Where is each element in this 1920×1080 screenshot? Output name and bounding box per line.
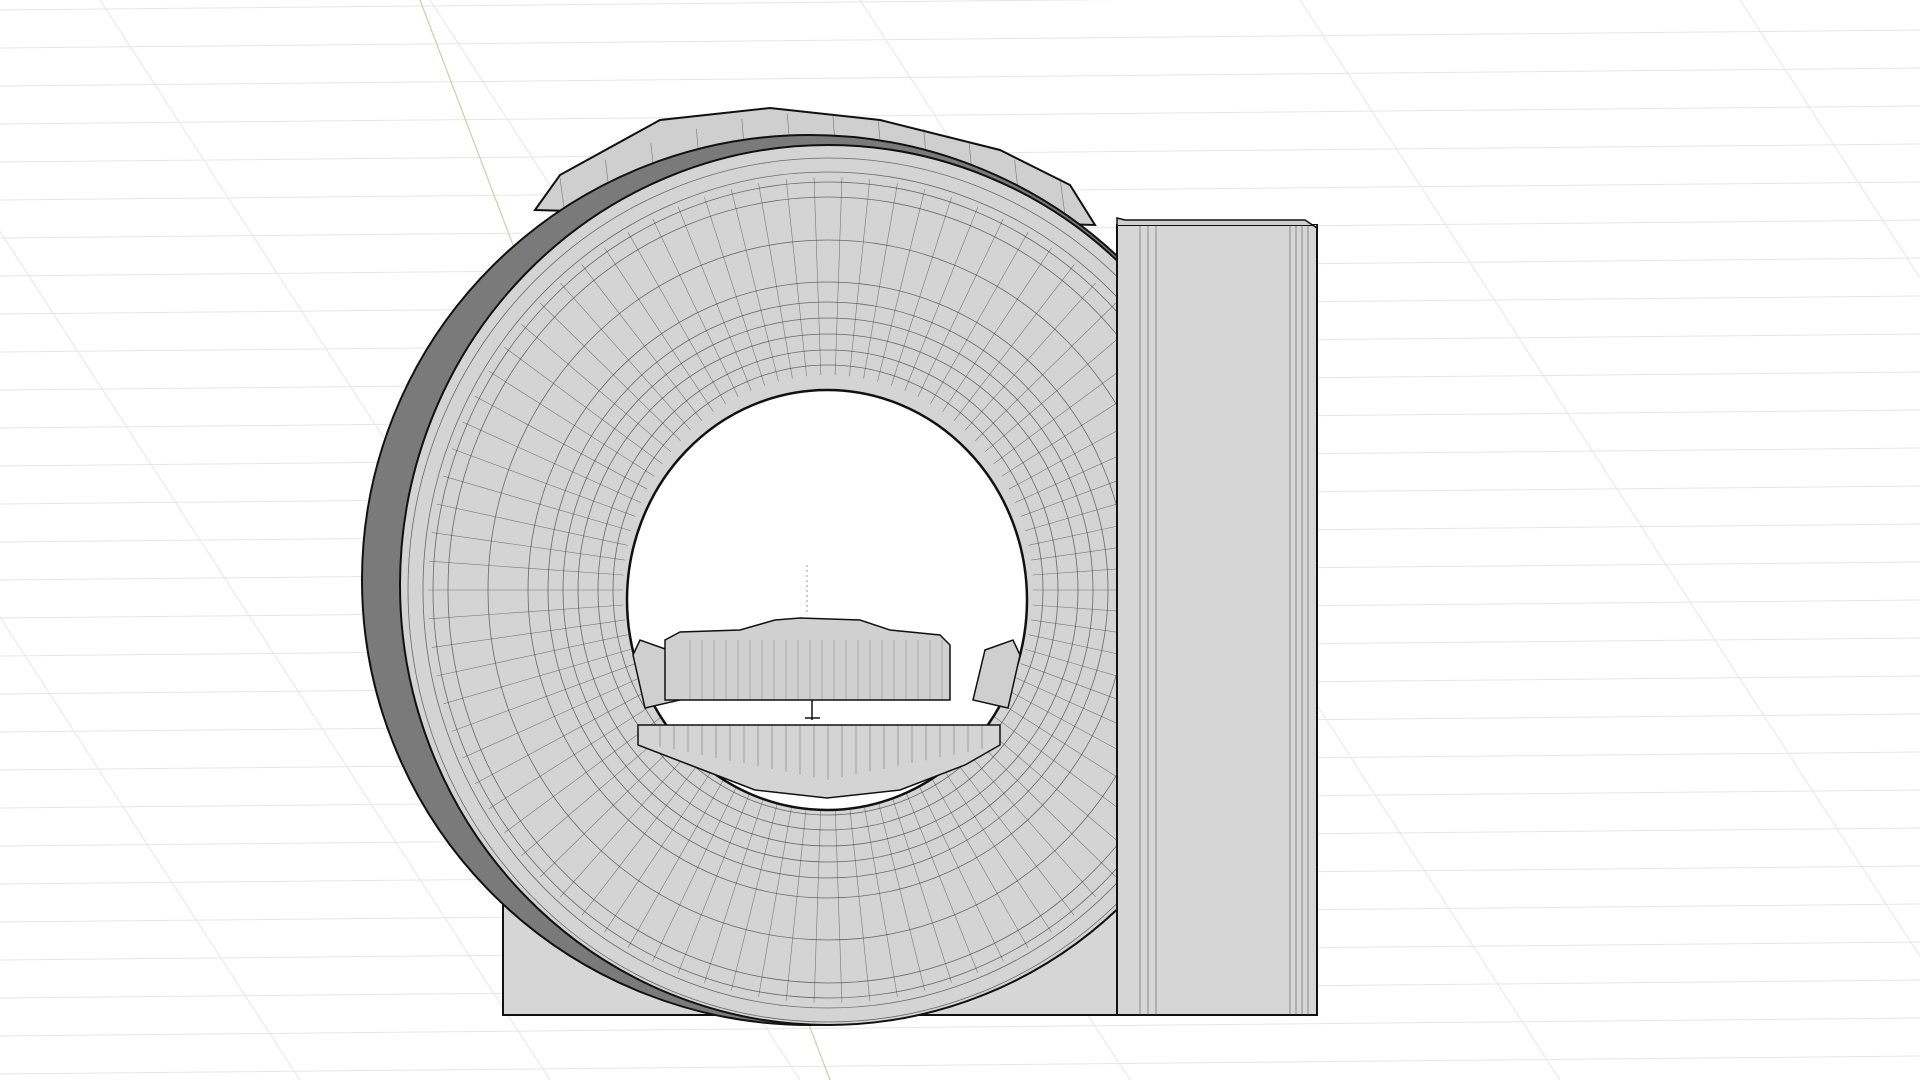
- grid-line-v: [1739, 0, 1920, 279]
- grid-line-h: [0, 29, 1920, 49]
- side-column-body: [1116, 224, 1318, 1016]
- viewport-canvas[interactable]: [0, 0, 1920, 1080]
- 3d-viewport[interactable]: [0, 0, 1920, 1080]
- grid-line-h: [0, 1017, 1920, 1037]
- ct-scanner-model[interactable]: [361, 106, 1318, 1026]
- grid-line-v: [1299, 0, 1920, 958]
- grid-line-h: [0, 105, 1920, 125]
- grid-line-h: [0, 0, 1121, 11]
- grid-line-h: [0, 67, 1920, 87]
- grid-line-h: [0, 1055, 1920, 1075]
- side-column[interactable]: [1116, 217, 1318, 1016]
